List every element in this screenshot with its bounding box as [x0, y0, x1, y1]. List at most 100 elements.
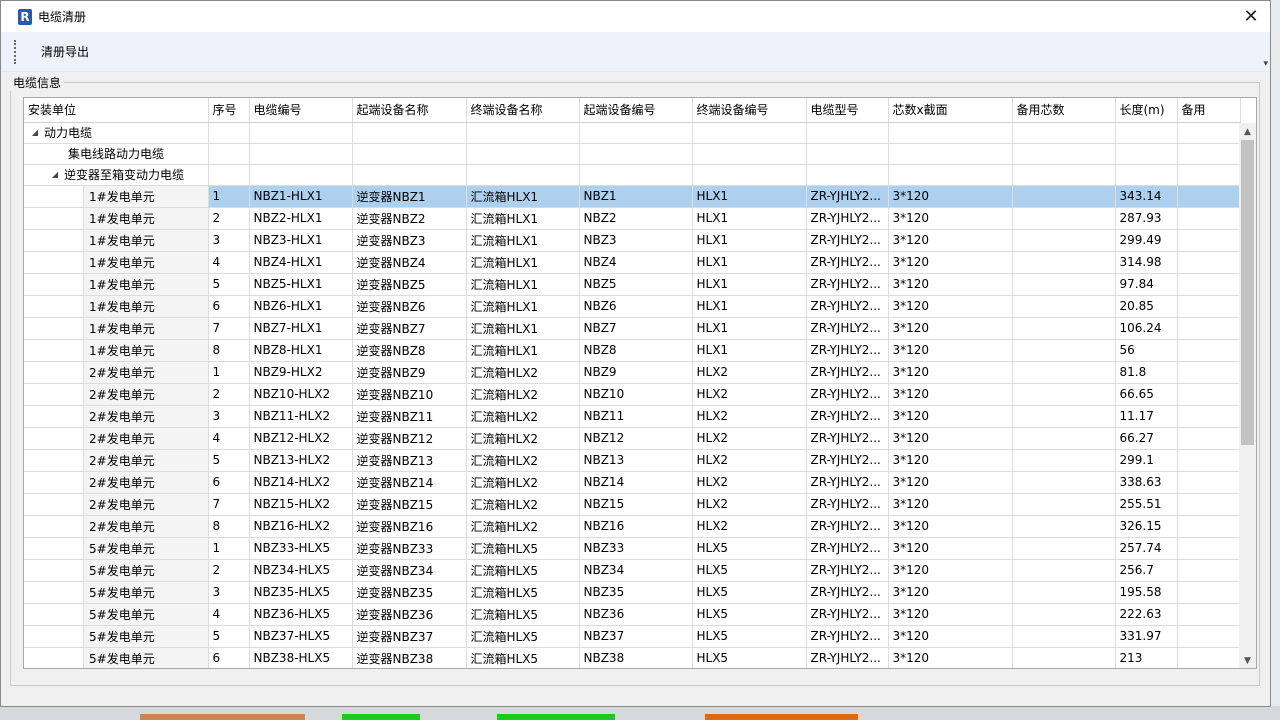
window-title: 电缆清册: [38, 10, 87, 24]
scroll-down-icon[interactable]: ▼: [1239, 652, 1256, 668]
export-list-button[interactable]: 清册导出: [39, 39, 91, 64]
column-header[interactable]: 起端设备编号: [579, 98, 693, 123]
tree-node-root[interactable]: ◢ 动力电缆: [24, 122, 1241, 144]
cell-start-no: NBZ2: [579, 207, 693, 230]
cell-seq: 7: [208, 493, 250, 516]
install-unit-cell: 1#发电单元: [83, 317, 207, 338]
toolbar-grip-icon[interactable]: [14, 39, 17, 64]
cell-cable: NBZ12-HLX2: [249, 427, 353, 450]
cell-end-no: HLX5: [692, 581, 807, 604]
cell-start-no: NBZ9: [579, 361, 693, 384]
table-row[interactable]: 2#发电单元 7 NBZ15-HLX2 逆变器NBZ15 汇流箱HLX2 NBZ15 HLX…: [24, 493, 1241, 516]
column-header[interactable]: 长度(m): [1115, 98, 1178, 123]
cell-core: 3*120: [888, 493, 1013, 516]
cell-reserve: [1177, 339, 1241, 362]
cell-model: ZR-YJHLY2...: [806, 559, 889, 582]
cell-reserve: [1177, 405, 1241, 428]
table-row[interactable]: 5#发电单元 1 NBZ33-HLX5 逆变器NBZ33 汇流箱HLX5 NBZ33 HLX…: [24, 537, 1241, 560]
install-unit-cell: 5#发电单元: [83, 647, 207, 668]
column-header[interactable]: 终端设备名称: [466, 98, 580, 123]
column-header[interactable]: 芯数x截面: [888, 98, 1013, 123]
column-header[interactable]: 备用: [1177, 98, 1241, 123]
vertical-scrollbar[interactable]: ▲ ▼: [1239, 123, 1256, 668]
tree-label: 集电线路动力电缆: [68, 147, 165, 161]
cell-end-no: HLX5: [692, 647, 807, 668]
title-bar: R 电缆清册 ✕: [1, 1, 1270, 32]
cell-core: 3*120: [888, 603, 1013, 626]
table-row[interactable]: 5#发电单元 5 NBZ37-HLX5 逆变器NBZ37 汇流箱HLX5 NBZ37 HLX…: [24, 625, 1241, 648]
column-header[interactable]: 电缆型号: [806, 98, 889, 123]
cell-end-name: 汇流箱HLX5: [466, 559, 580, 582]
table-row[interactable]: 1#发电单元 2 NBZ2-HLX1 逆变器NBZ2 汇流箱HLX1 NBZ2 HLX1 ZR…: [24, 207, 1241, 230]
cell-reserve: [1177, 427, 1241, 450]
table-row[interactable]: 2#发电单元 2 NBZ10-HLX2 逆变器NBZ10 汇流箱HLX2 NBZ10 HLX…: [24, 383, 1241, 406]
tree-node-child[interactable]: 集电线路动力电缆: [24, 143, 1241, 165]
cell-spare: [1012, 273, 1116, 296]
cell-core: 3*120: [888, 361, 1013, 384]
scrollbar-thumb[interactable]: [1241, 140, 1254, 445]
cell-reserve: [1177, 537, 1241, 560]
cell-model: ZR-YJHLY2...: [806, 317, 889, 340]
table-row[interactable]: 2#发电单元 5 NBZ13-HLX2 逆变器NBZ13 汇流箱HLX2 NBZ13 HLX…: [24, 449, 1241, 472]
collapse-triangle-icon[interactable]: ◢: [30, 128, 40, 137]
install-unit-cell: 5#发电单元: [83, 581, 207, 602]
column-header[interactable]: 备用芯数: [1012, 98, 1116, 123]
cell-start-name: 逆变器NBZ12: [352, 427, 467, 450]
toolbar-overflow-icon[interactable]: ▾: [1263, 59, 1268, 69]
table-row[interactable]: 2#发电单元 8 NBZ16-HLX2 逆变器NBZ16 汇流箱HLX2 NBZ16 HLX…: [24, 515, 1241, 538]
table-row[interactable]: 2#发电单元 6 NBZ14-HLX2 逆变器NBZ14 汇流箱HLX2 NBZ14 HLX…: [24, 471, 1241, 494]
cell-length: 287.93: [1115, 207, 1178, 230]
table-row[interactable]: 1#发电单元 7 NBZ7-HLX1 逆变器NBZ7 汇流箱HLX1 NBZ7 HLX1 ZR…: [24, 317, 1241, 340]
toolbar: 清册导出 ▾: [1, 32, 1270, 72]
cell-end-name: 汇流箱HLX5: [466, 603, 580, 626]
cell-end-no: HLX2: [692, 449, 807, 472]
table-row[interactable]: 1#发电单元 8 NBZ8-HLX1 逆变器NBZ8 汇流箱HLX1 NBZ8 HLX1 ZR…: [24, 339, 1241, 362]
cell-length: 256.7: [1115, 559, 1178, 582]
column-header[interactable]: 序号: [208, 98, 250, 123]
cell-cable: NBZ14-HLX2: [249, 471, 353, 494]
column-header[interactable]: 安装单位: [24, 98, 209, 123]
cell-end-no: HLX5: [692, 625, 807, 648]
collapse-triangle-icon[interactable]: ◢: [50, 170, 60, 179]
cell-end-name: 汇流箱HLX1: [466, 207, 580, 230]
table-row[interactable]: 5#发电单元 4 NBZ36-HLX5 逆变器NBZ36 汇流箱HLX5 NBZ36 HLX…: [24, 603, 1241, 626]
table-row[interactable]: 1#发电单元 5 NBZ5-HLX1 逆变器NBZ5 汇流箱HLX1 NBZ5 HLX1 ZR…: [24, 273, 1241, 296]
cell-start-name: 逆变器NBZ4: [352, 251, 467, 274]
column-header[interactable]: 起端设备名称: [352, 98, 467, 123]
table-row[interactable]: 2#发电单元 3 NBZ11-HLX2 逆变器NBZ11 汇流箱HLX2 NBZ11 HLX…: [24, 405, 1241, 428]
table-row[interactable]: 1#发电单元 3 NBZ3-HLX1 逆变器NBZ3 汇流箱HLX1 NBZ3 HLX1 ZR…: [24, 229, 1241, 252]
close-button[interactable]: ✕: [1236, 1, 1266, 32]
cell-end-name: 汇流箱HLX2: [466, 383, 580, 406]
table-row[interactable]: 2#发电单元 1 NBZ9-HLX2 逆变器NBZ9 汇流箱HLX2 NBZ9 HLX2 ZR…: [24, 361, 1241, 384]
column-header[interactable]: 电缆编号: [249, 98, 353, 123]
table-row[interactable]: 5#发电单元 6 NBZ38-HLX5 逆变器NBZ38 汇流箱HLX5 NBZ38 HLX…: [24, 647, 1241, 668]
column-header[interactable]: 终端设备编号: [692, 98, 807, 123]
cell-spare: [1012, 317, 1116, 340]
cell-spare: [1012, 405, 1116, 428]
cell-start-name: 逆变器NBZ9: [352, 361, 467, 384]
table-row[interactable]: 1#发电单元 1 NBZ1-HLX1 逆变器NBZ1 汇流箱HLX1 NBZ1 HLX1 ZR…: [24, 185, 1241, 208]
cell-start-no: NBZ33: [579, 537, 693, 560]
cell-start-no: NBZ11: [579, 405, 693, 428]
cell-end-no: HLX2: [692, 405, 807, 428]
cell-end-name: 汇流箱HLX2: [466, 515, 580, 538]
cell-reserve: [1177, 207, 1241, 230]
background-block: [342, 714, 420, 720]
cell-length: 343.14: [1115, 185, 1178, 208]
cell-start-name: 逆变器NBZ1: [352, 185, 467, 208]
scroll-up-icon[interactable]: ▲: [1239, 123, 1256, 140]
table-row[interactable]: 5#发电单元 2 NBZ34-HLX5 逆变器NBZ34 汇流箱HLX5 NBZ34 HLX…: [24, 559, 1241, 582]
table-row[interactable]: 1#发电单元 4 NBZ4-HLX1 逆变器NBZ4 汇流箱HLX1 NBZ4 HLX1 ZR…: [24, 251, 1241, 274]
cell-model: ZR-YJHLY2...: [806, 207, 889, 230]
install-unit-cell: 1#发电单元: [83, 339, 207, 360]
cell-cable: NBZ33-HLX5: [249, 537, 353, 560]
tree-node-child[interactable]: ◢ 逆变器至箱变动力电缆: [24, 164, 1241, 186]
install-unit-cell: 2#发电单元: [83, 405, 207, 426]
background-block: [497, 714, 615, 720]
cell-start-no: NBZ16: [579, 515, 693, 538]
table-row[interactable]: 2#发电单元 4 NBZ12-HLX2 逆变器NBZ12 汇流箱HLX2 NBZ12 HLX…: [24, 427, 1241, 450]
cell-start-name: 逆变器NBZ6: [352, 295, 467, 318]
table-row[interactable]: 1#发电单元 6 NBZ6-HLX1 逆变器NBZ6 汇流箱HLX1 NBZ6 HLX1 ZR…: [24, 295, 1241, 318]
table-row[interactable]: 5#发电单元 3 NBZ35-HLX5 逆变器NBZ35 汇流箱HLX5 NBZ35 HLX…: [24, 581, 1241, 604]
cell-end-name: 汇流箱HLX2: [466, 427, 580, 450]
